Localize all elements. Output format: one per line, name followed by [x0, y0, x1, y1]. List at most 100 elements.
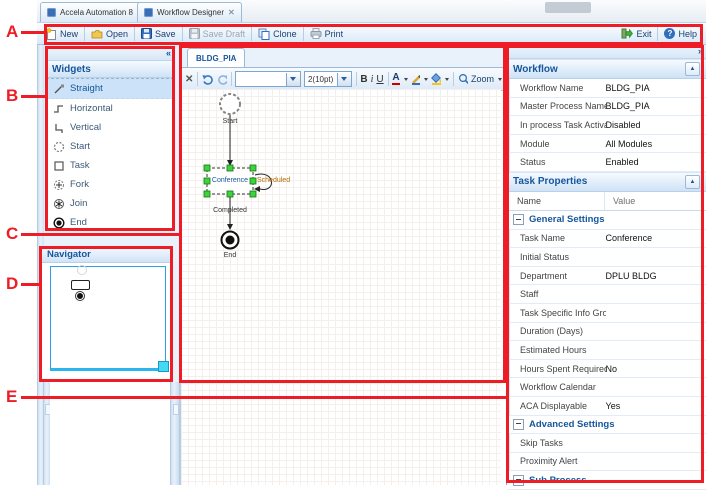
- toolbar-separator: [251, 27, 252, 41]
- transition-label: Completed: [200, 207, 260, 214]
- tab-accela-automation[interactable]: Accela Automation 8 ✕: [40, 2, 151, 22]
- tab-workflow-designer[interactable]: Workflow Designer ✕: [137, 2, 242, 22]
- redo-icon[interactable]: [216, 73, 227, 85]
- widget-item-start[interactable]: Start: [46, 137, 174, 156]
- property-row[interactable]: Workflow Calendar: [507, 378, 706, 397]
- group-advanced-settings[interactable]: Advanced Settings: [507, 416, 706, 435]
- toolbar-separator: [84, 27, 85, 41]
- collapse-right-icon[interactable]: »: [698, 47, 703, 56]
- save-draft-button[interactable]: Save Draft: [184, 25, 251, 43]
- collapse-left-icon[interactable]: «: [166, 49, 171, 58]
- property-row[interactable]: ACA DisplayableYes: [507, 397, 706, 416]
- widget-item-task[interactable]: Task: [46, 156, 174, 175]
- property-row[interactable]: Task NameConference: [507, 230, 706, 249]
- font-color-button[interactable]: A: [392, 73, 399, 85]
- clone-button[interactable]: Clone: [253, 25, 302, 43]
- navigator-resize-handle[interactable]: [158, 361, 169, 372]
- start-node[interactable]: [220, 94, 240, 114]
- widgets-panel-topbar: «: [46, 47, 174, 61]
- open-button[interactable]: Open: [86, 25, 133, 43]
- splitter-grip-icon: [173, 404, 179, 415]
- column-value: Value: [605, 196, 635, 206]
- properties-panel-topbar: »: [507, 45, 706, 59]
- annotation-letter-c: C: [6, 225, 18, 242]
- font-family-select[interactable]: [235, 71, 301, 87]
- help-icon: ?: [664, 28, 675, 39]
- property-row[interactable]: In process Task ActivationDisabled: [507, 116, 706, 135]
- property-row[interactable]: Task Specific Info Group: [507, 304, 706, 323]
- fill-color-button[interactable]: [431, 73, 441, 85]
- chevron-down-icon[interactable]: [498, 78, 502, 81]
- property-row[interactable]: Workflow NameBLDG_PIA: [507, 79, 706, 98]
- delete-icon[interactable]: ✕: [185, 74, 193, 85]
- close-icon[interactable]: ✕: [228, 9, 235, 17]
- widget-item-horizontal[interactable]: Horizontal: [46, 99, 174, 118]
- group-sub-process[interactable]: Sub Process: [507, 471, 706, 490]
- collapse-up-icon[interactable]: ▲: [685, 62, 700, 76]
- property-row[interactable]: ModuleAll Modules: [507, 135, 706, 154]
- bold-button[interactable]: B: [360, 74, 367, 85]
- task-properties-title: Task Properties: [513, 176, 587, 187]
- chevron-down-icon[interactable]: [445, 78, 449, 81]
- canvas-grid[interactable]: Start Conference Scheduled Completed End: [181, 89, 501, 485]
- help-button[interactable]: ? Help: [659, 25, 702, 43]
- task-properties-section-header[interactable]: Task Properties ▲: [507, 172, 706, 192]
- save-disk-icon: [141, 28, 152, 39]
- navigator-content: [41, 263, 172, 381]
- properties-panel: » Workflow ▲ Workflow NameBLDG_PIA Maste…: [506, 45, 706, 485]
- chevron-down-icon: [341, 77, 347, 81]
- widgets-panel: « Widgets Straight Horizontal Vertical S…: [45, 46, 175, 231]
- workflow-section-header[interactable]: Workflow ▲: [507, 59, 706, 79]
- new-button[interactable]: New: [41, 25, 83, 43]
- chevron-down-icon[interactable]: [424, 78, 428, 81]
- widget-item-fork[interactable]: Fork: [46, 175, 174, 194]
- save-button[interactable]: Save: [136, 25, 181, 43]
- pen-color-button[interactable]: [411, 73, 421, 85]
- app-icon: [47, 8, 56, 17]
- property-row[interactable]: Staff: [507, 285, 706, 304]
- tab-title: Accela Automation 8: [60, 8, 133, 17]
- save-draft-disk-icon: [189, 28, 200, 39]
- group-general-settings[interactable]: General Settings: [507, 211, 706, 230]
- zoom-button[interactable]: Zoom: [471, 74, 494, 84]
- print-button[interactable]: Print: [305, 25, 349, 43]
- property-row[interactable]: Proximity Alert: [507, 453, 706, 472]
- navigator-panel-title: Navigator: [47, 249, 91, 260]
- widget-item-join[interactable]: Join: [46, 194, 174, 213]
- property-row[interactable]: DepartmentDPLU BLDG: [507, 267, 706, 286]
- column-name: Name: [517, 192, 605, 210]
- property-row[interactable]: Master Process NameBLDG_PIA: [507, 98, 706, 117]
- underline-button[interactable]: U: [376, 74, 383, 85]
- widget-item-vertical[interactable]: Vertical: [46, 118, 174, 137]
- app-icon: [144, 8, 153, 17]
- collapse-minus-icon[interactable]: [513, 419, 524, 430]
- widgets-panel-title: Widgets: [52, 64, 91, 75]
- collapse-up-icon[interactable]: ▲: [685, 175, 700, 189]
- end-node-icon: [53, 217, 65, 229]
- font-size-select[interactable]: 2(10pt): [304, 71, 352, 87]
- navigator-viewport[interactable]: [50, 266, 166, 371]
- property-row[interactable]: Estimated Hours: [507, 341, 706, 360]
- annotation-line-c: [21, 233, 179, 236]
- property-row[interactable]: Hours Spent RequiredNo: [507, 360, 706, 379]
- collapse-minus-icon[interactable]: [513, 475, 524, 486]
- toolbar-separator: [388, 72, 389, 86]
- clone-copy-icon: [258, 28, 270, 40]
- undo-icon[interactable]: [202, 73, 213, 85]
- widget-item-end[interactable]: End: [46, 213, 174, 232]
- widget-item-straight[interactable]: Straight: [46, 78, 174, 99]
- chevron-down-icon[interactable]: [404, 78, 408, 81]
- canvas-tab-bldg-pia[interactable]: BLDG_PIA: [187, 48, 245, 67]
- format-toolbar: ✕ 2(10pt) B i U A Zoom: [181, 68, 506, 91]
- task-node-icon: [53, 160, 65, 172]
- collapse-minus-icon[interactable]: [513, 214, 524, 225]
- exit-button[interactable]: Exit: [616, 25, 656, 43]
- italic-button[interactable]: i: [371, 74, 374, 85]
- property-row[interactable]: Skip Tasks: [507, 434, 706, 453]
- fork-node-icon: [53, 179, 65, 191]
- printer-icon: [310, 28, 322, 39]
- annotation-letter-e: E: [6, 388, 17, 405]
- property-row[interactable]: Duration (Days): [507, 323, 706, 342]
- property-row[interactable]: StatusEnabled: [507, 153, 706, 172]
- property-row[interactable]: Initial Status: [507, 248, 706, 267]
